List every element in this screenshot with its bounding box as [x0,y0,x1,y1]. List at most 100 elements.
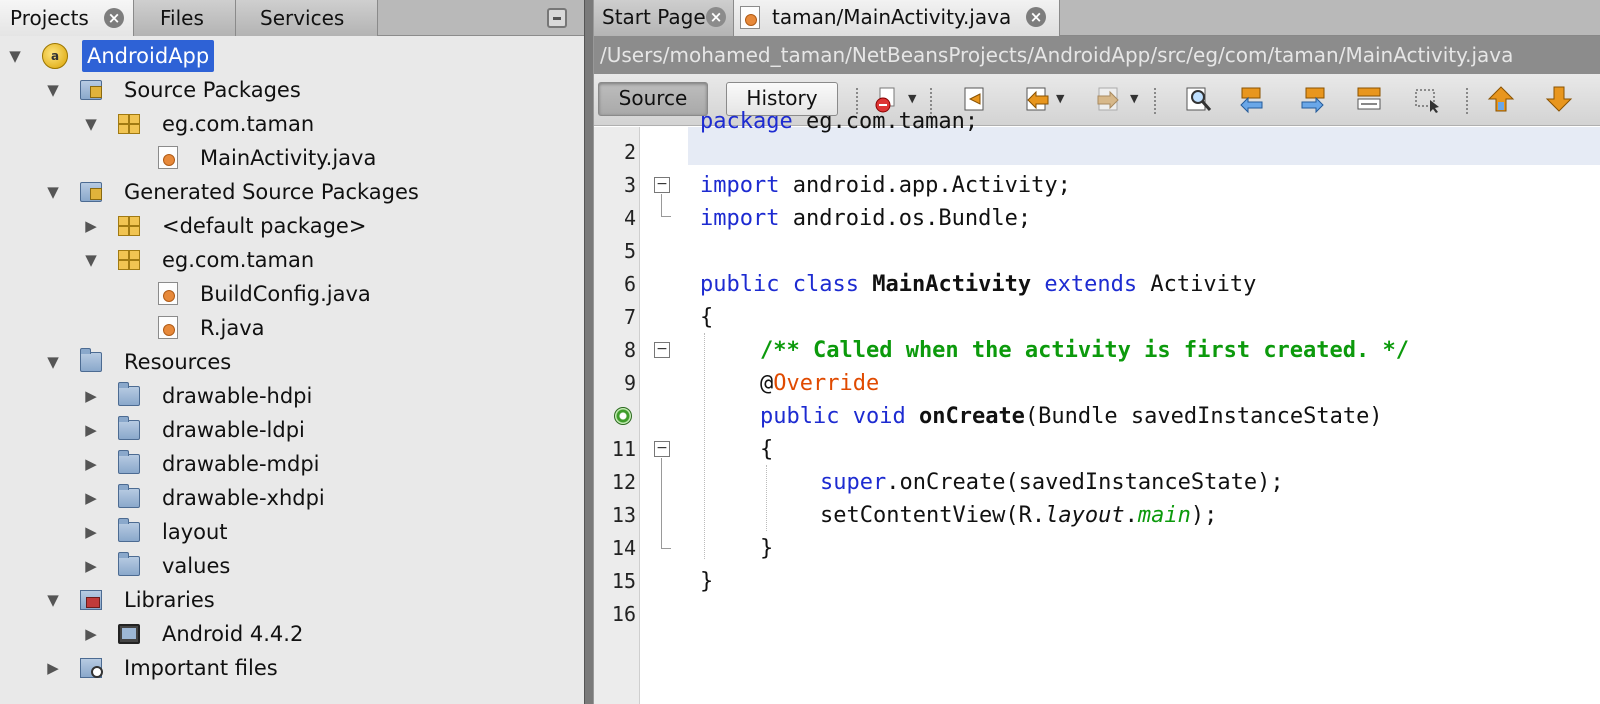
toggle-highlight-icon[interactable] [1354,84,1384,114]
shift-line-left-icon[interactable] [1486,84,1516,114]
expand-arrow-icon[interactable]: ▶ [82,380,100,412]
tree-node-label: drawable-mdpi [162,452,320,476]
tree-node-folder[interactable]: ▶ drawable-xhdpi [0,482,584,514]
code-line-8-comment: /** Called when the activity is first cr… [760,338,1410,363]
tree-node-file[interactable]: R.java [0,312,584,344]
expand-arrow-icon[interactable]: ▼ [44,346,62,378]
tree-node-source-packages[interactable]: ▼ Source Packages [0,74,584,106]
fold-guide [661,458,662,548]
tree-node-libraries[interactable]: ▼ Libraries [0,584,584,616]
close-icon[interactable]: × [706,7,726,27]
tree-node-package[interactable]: ▼ eg.com.taman [0,108,584,140]
folder-icon [118,450,140,474]
rectangular-selection-icon[interactable] [1412,84,1442,114]
line-number: 8 [623,338,636,362]
expand-arrow-icon[interactable]: ▼ [82,244,100,276]
tree-node-label: Generated Source Packages [124,180,419,204]
line-number: 5 [623,239,636,263]
code-editor[interactable]: package eg.com.taman; 2 3 4 5 6 7 8 9 11… [594,109,1600,704]
fold-column [640,127,688,704]
expand-arrow-icon[interactable]: ▼ [44,74,62,106]
folder-icon [118,518,140,542]
expand-arrow-icon[interactable]: ▼ [44,176,62,208]
expand-arrow-icon[interactable]: ▶ [82,550,100,582]
source-folder-icon [80,80,102,100]
tree-node-folder[interactable]: ▶ drawable-ldpi [0,414,584,446]
tree-node-package[interactable]: ▶ <default package> [0,210,584,242]
expand-arrow-icon[interactable]: ▼ [82,108,100,140]
code-line-15: } [700,569,714,594]
source-button[interactable]: Source [598,82,708,116]
tree-node-label: MainActivity.java [200,146,377,170]
tree-node-label: Android 4.4.2 [162,622,304,646]
editor-pane: Start Page × taman/MainActivity.java × /… [594,0,1600,704]
tree-node-important-files[interactable]: ▶ Important files [0,652,584,684]
dropdown-arrow-icon[interactable]: ▼ [1056,92,1064,105]
expand-arrow-icon[interactable]: ▶ [82,210,100,242]
tree-node-label: values [162,554,231,578]
dropdown-arrow-icon[interactable]: ▼ [908,92,916,105]
tab-files[interactable]: Files [134,0,236,36]
tree-node-folder[interactable]: ▶ drawable-mdpi [0,448,584,480]
tree-node-folder[interactable]: ▶ values [0,550,584,582]
previous-edit-icon[interactable] [1022,84,1052,114]
projects-pane: Projects × Files Services ▼ a AndroidApp… [0,0,584,704]
find-next-icon[interactable] [1298,84,1328,114]
tree-node-label: R.java [200,316,265,340]
minimize-window-icon[interactable] [547,8,567,28]
tree-node-project[interactable]: ▼ a AndroidApp [0,40,584,72]
fold-toggle-icon[interactable]: − [654,342,670,358]
pane-splitter[interactable] [584,0,594,704]
dropdown-arrow-icon[interactable]: ▼ [1130,92,1138,105]
toolbar-separator [1154,88,1156,114]
line-number: 12 [611,470,636,494]
tab-projects[interactable]: Projects × [0,0,134,37]
important-files-icon [80,658,103,678]
line-number: 3 [623,173,636,197]
folder-icon [118,484,140,508]
code-line-6: public class MainActivity extends Activi… [700,272,1257,297]
find-previous-icon[interactable] [1238,84,1268,114]
tree-node-resources[interactable]: ▼ Resources [0,346,584,378]
close-icon[interactable]: × [104,8,124,28]
expand-arrow-icon[interactable]: ▶ [82,414,100,446]
java-file-icon [158,282,178,305]
find-icon[interactable] [1184,84,1214,114]
close-icon[interactable]: × [1026,7,1046,27]
tree-node-label: eg.com.taman [162,248,315,272]
tab-start-page[interactable]: Start Page × [594,0,734,36]
tree-node-label: BuildConfig.java [200,282,371,306]
tree-node-label: Source Packages [124,78,301,102]
toolbar-separator [1466,88,1468,114]
next-edit-icon[interactable] [1094,84,1124,114]
tree-node-folder[interactable]: ▶ layout [0,516,584,548]
tree-node-platform[interactable]: ▶ Android 4.4.2 [0,618,584,650]
fold-toggle-icon[interactable]: − [654,177,670,193]
expand-arrow-icon[interactable]: ▶ [44,652,62,684]
tab-services[interactable]: Services [236,0,378,36]
tab-main-activity[interactable]: taman/MainActivity.java × [734,0,1060,36]
tree-node-label: AndroidApp [82,40,215,72]
tab-label: Start Page [602,5,706,29]
projects-tab-bar: Projects × Files Services [0,0,584,37]
tree-node-generated-sources[interactable]: ▼ Generated Source Packages [0,176,584,208]
override-marker-icon[interactable] [614,407,632,425]
expand-arrow-icon[interactable]: ▼ [6,40,24,72]
fold-guide [661,216,671,217]
tree-node-label: drawable-ldpi [162,418,305,442]
fold-guide [661,548,671,549]
expand-arrow-icon[interactable]: ▶ [82,448,100,480]
tree-node-file[interactable]: BuildConfig.java [0,278,584,310]
tab-projects-label: Projects [10,6,89,30]
tab-files-label: Files [160,6,204,30]
tree-node-file[interactable]: MainActivity.java [0,142,584,174]
expand-arrow-icon[interactable]: ▶ [82,516,100,548]
tree-node-folder[interactable]: ▶ drawable-hdpi [0,380,584,412]
tree-node-package[interactable]: ▼ eg.com.taman [0,244,584,276]
expand-arrow-icon[interactable]: ▼ [44,584,62,616]
tree-node-label: <default package> [162,214,367,238]
expand-arrow-icon[interactable]: ▶ [82,618,100,650]
shift-line-right-icon[interactable] [1544,84,1574,114]
expand-arrow-icon[interactable]: ▶ [82,482,100,514]
fold-toggle-icon[interactable]: − [654,441,670,457]
